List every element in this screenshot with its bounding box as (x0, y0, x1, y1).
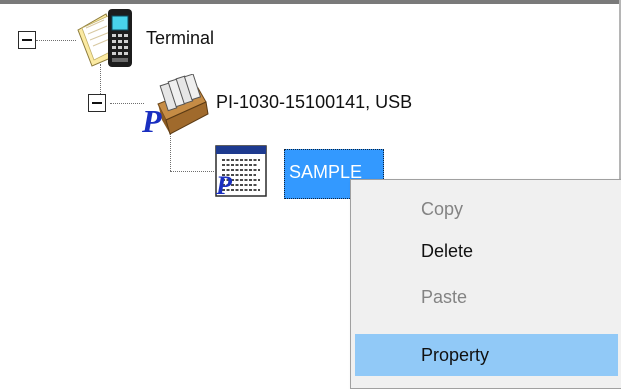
collapse-toggle-terminal[interactable] (18, 31, 36, 49)
collapse-toggle-device[interactable] (88, 94, 106, 112)
menu-item-property[interactable]: Property (355, 334, 618, 376)
context-menu: Copy Delete Paste Property (350, 179, 621, 389)
minus-icon (22, 39, 32, 41)
svg-text:P: P (215, 171, 233, 200)
program-box-icon: P (141, 74, 209, 138)
tree-connector-root (36, 40, 76, 41)
menu-item-delete[interactable]: Delete (355, 230, 618, 272)
tree-connector-program (170, 171, 214, 172)
program-document-icon: P (215, 145, 267, 200)
menu-item-paste[interactable]: Paste (355, 276, 618, 318)
handheld-terminal-icon (77, 9, 132, 67)
tree-label-terminal[interactable]: Terminal (146, 28, 214, 49)
tree-connector-device (110, 103, 144, 104)
menu-item-copy[interactable]: Copy (355, 188, 618, 230)
minus-icon (92, 102, 102, 104)
svg-text:P: P (141, 103, 162, 138)
tree-label-device[interactable]: PI-1030-15100141, USB (216, 92, 412, 113)
